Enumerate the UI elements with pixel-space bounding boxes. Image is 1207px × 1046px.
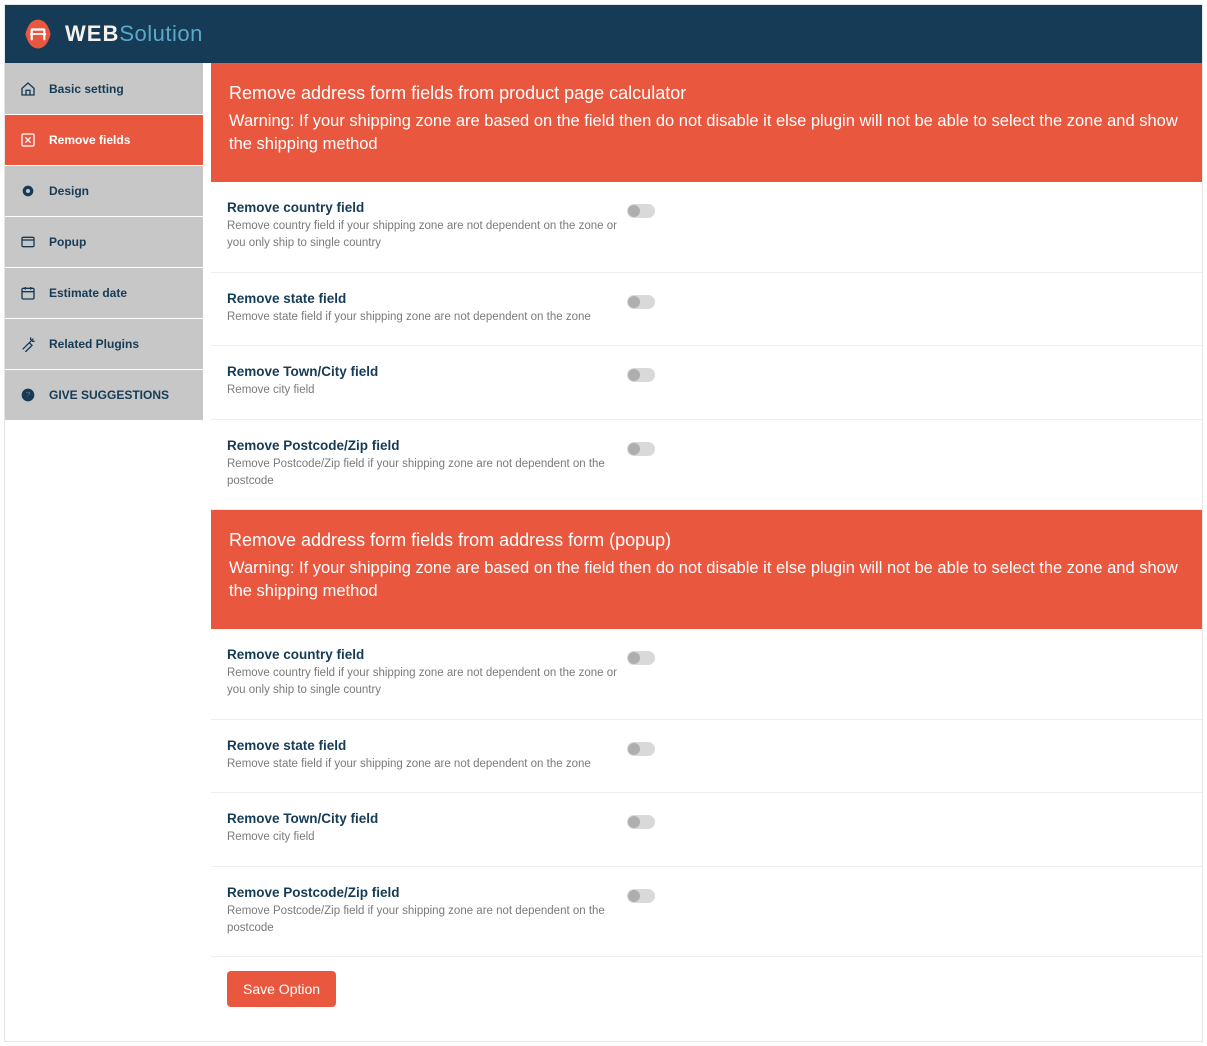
sidebar-item-give-suggestions[interactable]: ? GIVE SUGGESTIONS [5, 369, 203, 420]
setting-title: Remove Town/City field [227, 811, 627, 826]
setting-title: Remove Postcode/Zip field [227, 885, 627, 900]
sidebar-item-label: Popup [49, 235, 86, 249]
sidebar-item-label: Basic setting [49, 82, 124, 96]
setting-title: Remove state field [227, 291, 627, 306]
toggle-remove-state-1[interactable] [627, 295, 655, 309]
save-button[interactable]: Save Option [227, 971, 336, 1007]
toggle-remove-postcode-1[interactable] [627, 442, 655, 456]
sidebar-item-label: Remove fields [49, 133, 130, 147]
toggle-remove-city-2[interactable] [627, 815, 655, 829]
logo-solution: Solution [119, 21, 203, 46]
sidebar-item-remove-fields[interactable]: Remove fields [5, 114, 203, 165]
design-icon [19, 182, 37, 200]
setting-desc: Remove country field if your shipping zo… [227, 218, 627, 251]
sidebar-item-label: Design [49, 184, 89, 198]
setting-desc: Remove state field if your shipping zone… [227, 309, 627, 326]
section-warning: Warning: If your shipping zone are based… [229, 557, 1184, 603]
setting-row-remove-state-2: Remove state field Remove state field if… [211, 720, 1202, 794]
setting-row-remove-postcode-2: Remove Postcode/Zip field Remove Postcod… [211, 867, 1202, 957]
sidebar-item-label: Related Plugins [49, 337, 139, 351]
popup-icon [19, 233, 37, 251]
setting-row-remove-city-1: Remove Town/City field Remove city field [211, 346, 1202, 420]
logo-text: WEBSolution [65, 21, 203, 47]
setting-title: Remove country field [227, 647, 627, 662]
section-warning: Warning: If your shipping zone are based… [229, 110, 1184, 156]
setting-desc: Remove country field if your shipping zo… [227, 665, 627, 698]
logo: WEBSolution [19, 16, 203, 52]
setting-title: Remove Postcode/Zip field [227, 438, 627, 453]
topbar: WEBSolution [5, 5, 1202, 63]
home-icon [19, 80, 37, 98]
section-title: Remove address form fields from address … [229, 530, 1184, 551]
setting-desc: Remove Postcode/Zip field if your shippi… [227, 456, 627, 489]
section-title: Remove address form fields from product … [229, 83, 1184, 104]
toggle-remove-country-1[interactable] [627, 204, 655, 218]
remove-fields-icon [19, 131, 37, 149]
sidebar-item-label: GIVE SUGGESTIONS [49, 388, 169, 402]
setting-desc: Remove city field [227, 382, 627, 399]
setting-desc: Remove state field if your shipping zone… [227, 756, 627, 773]
sidebar: Basic setting Remove fields Design Popup [5, 63, 203, 1041]
setting-title: Remove country field [227, 200, 627, 215]
sidebar-item-estimate-date[interactable]: Estimate date [5, 267, 203, 318]
setting-row-remove-country-1: Remove country field Remove country fiel… [211, 182, 1202, 272]
section-banner-2: Remove address form fields from address … [211, 510, 1202, 629]
toggle-remove-city-1[interactable] [627, 368, 655, 382]
setting-title: Remove state field [227, 738, 627, 753]
sidebar-item-popup[interactable]: Popup [5, 216, 203, 267]
sidebar-item-design[interactable]: Design [5, 165, 203, 216]
toggle-remove-postcode-2[interactable] [627, 889, 655, 903]
help-icon: ? [19, 386, 37, 404]
toggle-remove-country-2[interactable] [627, 651, 655, 665]
toggle-remove-state-2[interactable] [627, 742, 655, 756]
setting-row-remove-city-2: Remove Town/City field Remove city field [211, 793, 1202, 867]
main-content: Remove address form fields from product … [203, 63, 1202, 1041]
sidebar-item-basic-setting[interactable]: Basic setting [5, 63, 203, 114]
sidebar-item-label: Estimate date [49, 286, 127, 300]
svg-text:?: ? [26, 391, 31, 400]
setting-row-remove-country-2: Remove country field Remove country fiel… [211, 629, 1202, 719]
setting-row-remove-state-1: Remove state field Remove state field if… [211, 273, 1202, 347]
setting-desc: Remove Postcode/Zip field if your shippi… [227, 903, 627, 936]
setting-row-remove-postcode-1: Remove Postcode/Zip field Remove Postcod… [211, 420, 1202, 510]
setting-desc: Remove city field [227, 829, 627, 846]
calendar-icon [19, 284, 37, 302]
sidebar-item-related-plugins[interactable]: Related Plugins [5, 318, 203, 369]
logo-mark-icon [19, 16, 57, 52]
setting-title: Remove Town/City field [227, 364, 627, 379]
section-banner-1: Remove address form fields from product … [211, 63, 1202, 182]
logo-web: WEB [65, 21, 119, 46]
plugin-icon [19, 335, 37, 353]
